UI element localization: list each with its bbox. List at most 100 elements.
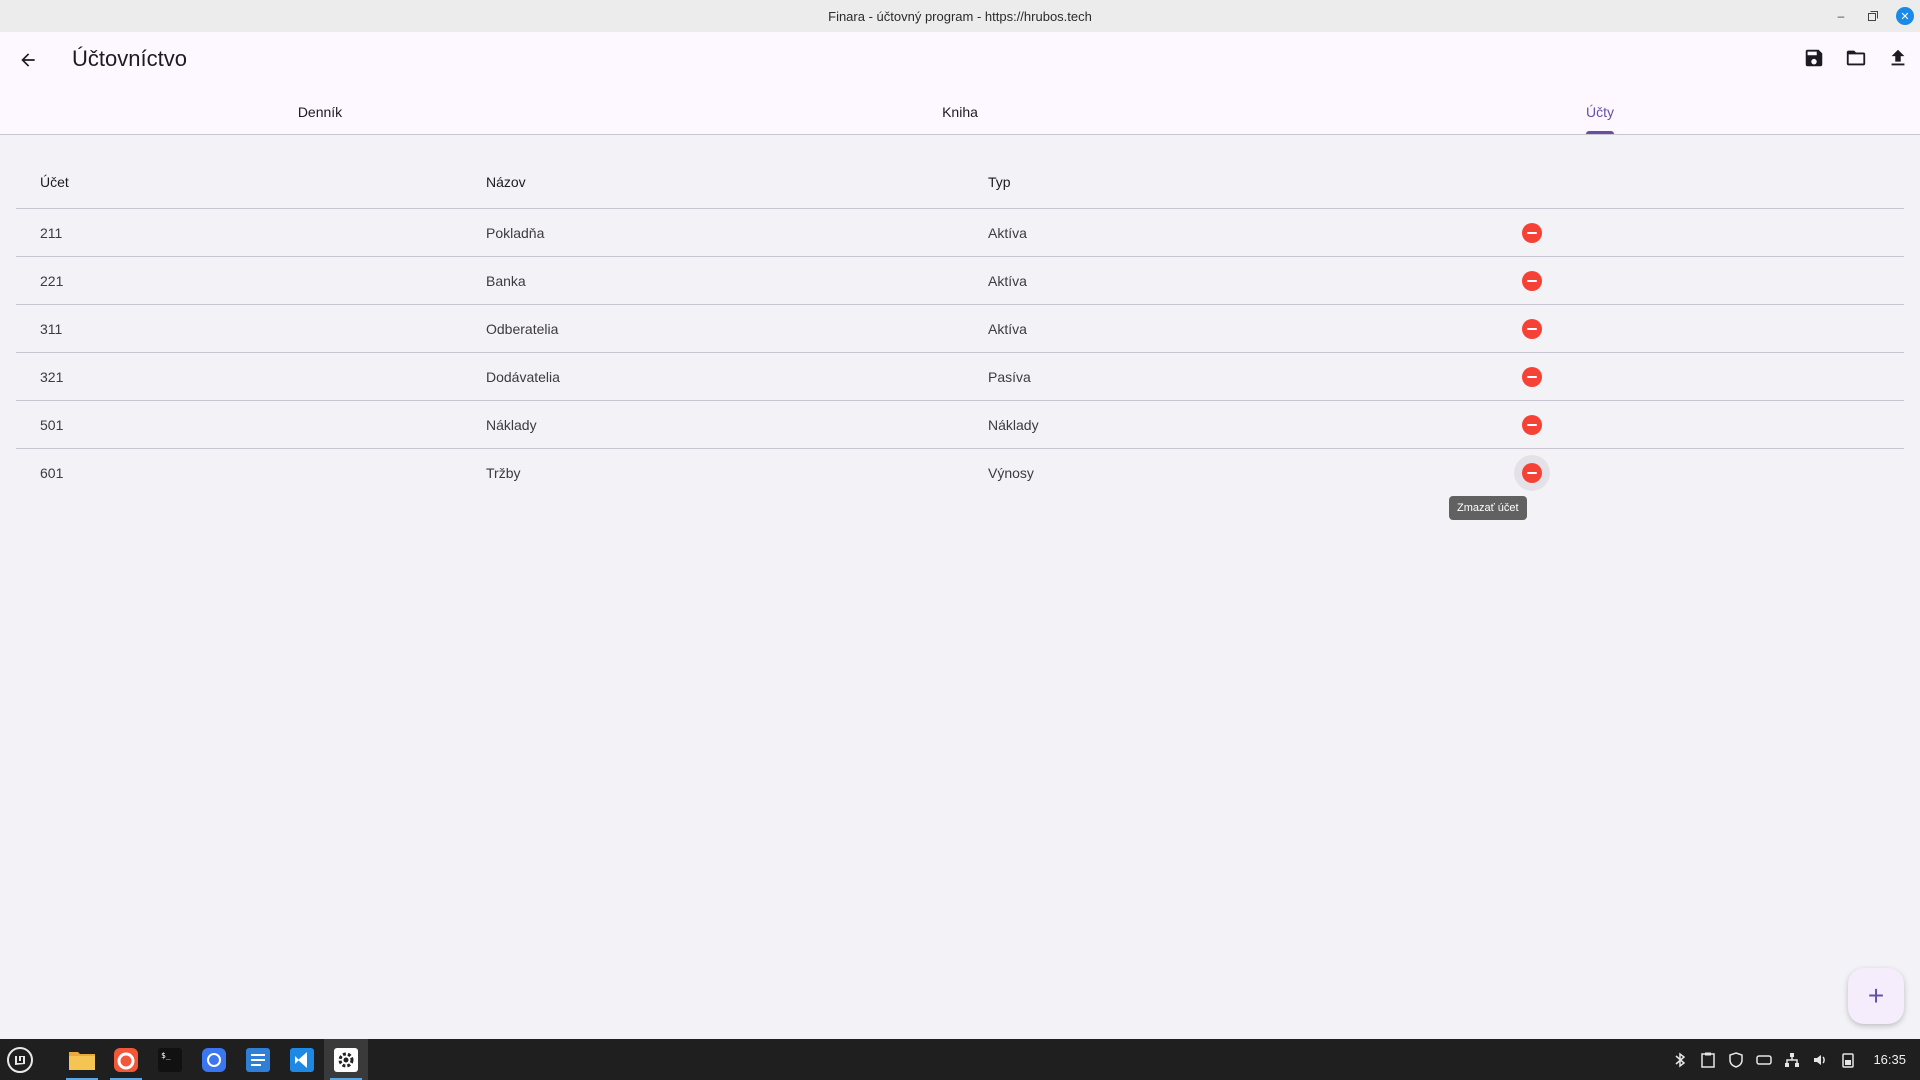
delete-account-button[interactable] xyxy=(1514,407,1550,443)
account-number: 311 xyxy=(40,320,63,337)
tab-ucty[interactable]: Účty xyxy=(1280,88,1920,135)
taskbar-settings[interactable] xyxy=(324,1039,368,1080)
accounts-table: Účet Názov Typ 211 Pokladňa Aktíva 221 B… xyxy=(16,156,1904,496)
remove-circle-icon xyxy=(1522,318,1542,339)
column-header-type: Typ xyxy=(988,174,1011,190)
delete-tooltip: Zmazať účet xyxy=(1449,496,1527,520)
tab-label: Kniha xyxy=(942,103,978,120)
page-title: Účtovníctvo xyxy=(72,46,187,71)
clock[interactable]: 16:35 xyxy=(1873,1052,1906,1067)
folder-icon xyxy=(1846,50,1866,66)
vscode-icon xyxy=(290,1047,314,1072)
clipboard-icon[interactable] xyxy=(1699,1051,1717,1069)
start-menu-button[interactable] xyxy=(0,1039,40,1080)
delete-account-button[interactable] xyxy=(1514,454,1550,491)
minimize-button[interactable]: – xyxy=(1832,7,1850,25)
table-row: 311 Odberatelia Aktíva xyxy=(16,304,1904,352)
account-type: Aktíva xyxy=(988,320,1027,337)
window-controls: – ✕ xyxy=(1832,0,1914,32)
taskbar-terminal[interactable]: $_ xyxy=(148,1039,192,1080)
network-icon[interactable] xyxy=(1783,1051,1801,1069)
table-row: 321 Dodávatelia Pasíva xyxy=(16,352,1904,400)
account-number: 321 xyxy=(40,368,64,385)
terminal-icon: $_ xyxy=(158,1047,182,1072)
bluetooth-icon[interactable] xyxy=(1671,1051,1689,1069)
memory-icon[interactable] xyxy=(1755,1051,1773,1069)
taskbar-files[interactable] xyxy=(60,1039,104,1080)
save-icon xyxy=(1805,49,1823,67)
table-row: 221 Banka Aktíva xyxy=(16,256,1904,304)
row-actions xyxy=(1472,263,1592,299)
files-icon xyxy=(69,1051,95,1070)
window-title: Finara - účtovný program - https://hrubo… xyxy=(828,8,1092,24)
tab-bar: Denník Kniha Účty xyxy=(0,88,1920,135)
restore-icon xyxy=(1868,11,1878,21)
row-actions xyxy=(1472,359,1592,395)
open-folder-button[interactable] xyxy=(1842,44,1870,72)
delete-account-button[interactable] xyxy=(1514,359,1550,395)
account-name: Banka xyxy=(486,272,526,289)
maximize-button[interactable] xyxy=(1864,7,1882,25)
app-bar: Účtovníctvo Denník Kniha Účty xyxy=(0,32,1920,135)
volume-icon[interactable] xyxy=(1811,1051,1829,1069)
row-actions xyxy=(1472,407,1592,443)
table-row: 501 Náklady Náklady xyxy=(16,400,1904,448)
text-editor-icon xyxy=(246,1047,270,1072)
export-button[interactable] xyxy=(1884,44,1912,72)
window-titlebar: Finara - účtovný program - https://hrubo… xyxy=(0,0,1920,32)
appbar-actions xyxy=(1800,44,1912,72)
taskbar-vscode[interactable] xyxy=(280,1039,324,1080)
save-button[interactable] xyxy=(1800,44,1828,72)
account-type: Aktíva xyxy=(988,224,1027,241)
table-row: 601 Tržby Výnosy xyxy=(16,448,1904,496)
column-header-account: Účet xyxy=(40,174,69,190)
remove-circle-icon xyxy=(1522,270,1542,291)
taskbar-signal[interactable] xyxy=(192,1039,236,1080)
row-actions xyxy=(1472,215,1592,251)
delete-account-button[interactable] xyxy=(1514,215,1550,251)
shield-icon[interactable] xyxy=(1727,1051,1745,1069)
battery-icon[interactable] xyxy=(1839,1051,1857,1069)
delete-account-button[interactable] xyxy=(1514,311,1550,347)
account-name: Pokladňa xyxy=(486,224,545,241)
table-row: 211 Pokladňa Aktíva xyxy=(16,208,1904,256)
account-number: 601 xyxy=(40,464,64,481)
taskbar-apps: $_ xyxy=(60,1039,368,1080)
taskbar: $_ 16:35 xyxy=(0,1039,1920,1080)
row-actions xyxy=(1472,454,1592,491)
taskbar-firefox[interactable] xyxy=(104,1039,148,1080)
close-button[interactable]: ✕ xyxy=(1896,7,1914,25)
account-number: 221 xyxy=(40,272,64,289)
tab-label: Denník xyxy=(297,103,343,120)
table-header: Účet Názov Typ xyxy=(16,156,1904,208)
account-type: Výnosy xyxy=(988,464,1034,481)
account-name: Náklady xyxy=(486,416,537,433)
add-account-button[interactable]: + xyxy=(1848,968,1904,1024)
signal-icon xyxy=(202,1047,226,1072)
account-type: Aktíva xyxy=(988,272,1027,289)
settings-icon xyxy=(334,1047,358,1072)
row-actions xyxy=(1472,311,1592,347)
account-name: Dodávatelia xyxy=(486,368,560,385)
account-type: Náklady xyxy=(988,416,1039,433)
remove-circle-icon xyxy=(1522,222,1542,243)
upload-icon xyxy=(1891,49,1905,66)
back-button[interactable] xyxy=(14,46,42,74)
column-header-name: Názov xyxy=(486,174,526,190)
mint-logo-icon xyxy=(7,1046,33,1073)
taskbar-text-editor[interactable] xyxy=(236,1039,280,1080)
system-tray: 16:35 xyxy=(1671,1039,1920,1080)
svg-text:$_: $_ xyxy=(161,1051,171,1060)
remove-circle-icon xyxy=(1522,462,1542,483)
remove-circle-icon xyxy=(1522,414,1542,435)
account-type: Pasíva xyxy=(988,368,1031,385)
arrow-back-icon xyxy=(21,53,35,67)
delete-account-button[interactable] xyxy=(1514,263,1550,299)
account-name: Odberatelia xyxy=(486,320,559,337)
tab-dennik[interactable]: Denník xyxy=(0,88,640,135)
remove-circle-icon xyxy=(1522,366,1542,387)
tab-label: Účty xyxy=(1586,103,1614,134)
account-number: 211 xyxy=(40,224,63,241)
account-name: Tržby xyxy=(486,464,521,481)
tab-kniha[interactable]: Kniha xyxy=(640,88,1280,135)
